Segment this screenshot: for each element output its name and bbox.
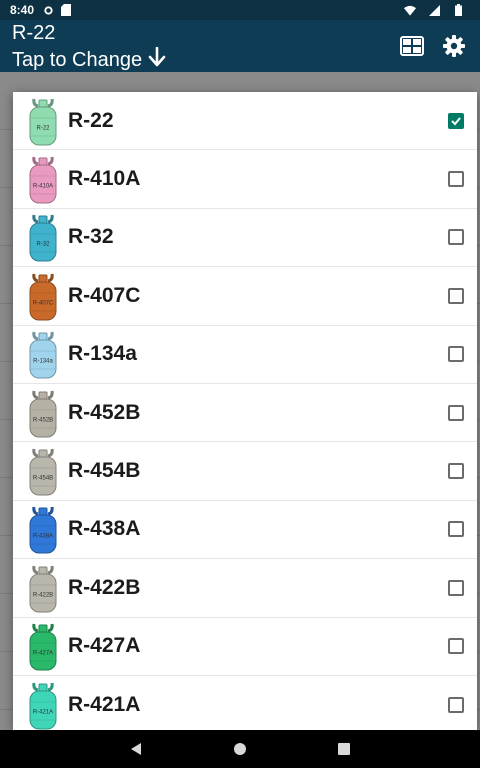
status-time: 8:40	[10, 3, 35, 17]
refrigerant-tank-icon: R-422B	[29, 565, 57, 613]
battery-icon	[452, 4, 464, 16]
refrigerant-option-label: R-422B	[68, 575, 141, 599]
refrigerant-tank-icon: R-421A	[29, 682, 57, 730]
refrigerant-option[interactable]: R-22 R-22	[13, 92, 477, 151]
wifi-icon	[404, 4, 416, 16]
gear-icon	[443, 35, 465, 57]
refrigerant-option[interactable]: R-452B R-452B	[13, 384, 477, 443]
refrigerant-option-label: R-32	[68, 225, 114, 249]
recents-button[interactable]	[335, 740, 353, 758]
back-triangle-icon	[131, 743, 141, 755]
refrigerant-tank-icon: R-427A	[29, 623, 57, 671]
refrigerant-selector-label: Tap to Change	[12, 48, 143, 71]
page-title: R-22	[12, 22, 56, 44]
tank-label: R-422B	[33, 592, 53, 598]
arrow-down-icon	[148, 46, 166, 73]
tank-label: R-452B	[33, 417, 53, 423]
settings-notification-icon	[42, 4, 54, 16]
refrigerant-checkbox[interactable]	[448, 521, 464, 538]
table-icon	[400, 36, 424, 56]
refrigerant-option-label: R-407C	[68, 283, 141, 307]
settings-button[interactable]	[440, 32, 468, 60]
refrigerant-tank-icon: R-452B	[29, 390, 57, 438]
sd-card-icon	[60, 4, 72, 16]
refrigerant-tank-icon: R-22	[29, 98, 57, 146]
refrigerant-option[interactable]: R-454B R-454B	[13, 442, 477, 501]
refrigerant-option[interactable]: R-134a R-134a	[13, 326, 477, 384]
refrigerant-tank-icon: R-454B	[29, 448, 57, 496]
tank-label: R-454B	[33, 476, 53, 482]
refrigerant-option-label: R-410A	[68, 167, 141, 191]
tank-label: R-421A	[33, 709, 53, 715]
refrigerant-option-label: R-22	[68, 108, 114, 132]
tank-label: R-438A	[33, 534, 53, 540]
refrigerant-option-label: R-454B	[68, 459, 141, 483]
refrigerant-checkbox[interactable]	[448, 346, 464, 363]
refrigerant-checkbox[interactable]	[448, 463, 464, 480]
home-button[interactable]	[231, 740, 249, 758]
tank-label: R-427A	[33, 651, 53, 657]
refrigerant-checkbox[interactable]	[448, 229, 464, 246]
refrigerant-tank-icon: R-438A	[29, 507, 57, 554]
checkmark-icon	[451, 117, 461, 126]
refrigerant-option-label: R-438A	[68, 517, 141, 541]
refrigerant-checkbox[interactable]	[448, 112, 464, 129]
refrigerant-tank-icon: R-134a	[29, 332, 57, 379]
refrigerant-option-label: R-421A	[68, 692, 141, 716]
refrigerant-checkbox[interactable]	[448, 638, 464, 655]
refrigerant-option[interactable]: R-407C R-407C	[13, 267, 477, 326]
refrigerant-checkbox[interactable]	[448, 287, 464, 304]
home-circle-icon	[234, 743, 246, 755]
refrigerant-checkbox[interactable]	[448, 171, 464, 188]
refrigerant-tank-icon: R-32	[29, 215, 57, 262]
refrigerant-option[interactable]: R-422B R-422B	[13, 559, 477, 618]
refrigerant-list: R-22 R-22 R-410A R-410A R-32 R-32 R-407C R-407C…	[13, 92, 477, 730]
refrigerant-tank-icon: R-407C	[29, 273, 57, 321]
navigation-bar	[0, 730, 480, 768]
refrigerant-selector[interactable]: Tap to Change	[12, 46, 166, 73]
refrigerant-checkbox[interactable]	[448, 696, 464, 713]
refrigerant-option[interactable]: R-427A R-427A	[13, 618, 477, 676]
refrigerant-checkbox[interactable]	[448, 579, 464, 596]
refrigerant-checkbox[interactable]	[448, 404, 464, 421]
refrigerant-option[interactable]: R-421A R-421A	[13, 676, 477, 730]
tank-label: R-32	[36, 242, 50, 248]
table-view-button[interactable]	[398, 32, 426, 60]
recents-square-icon	[338, 743, 350, 755]
refrigerant-option[interactable]: R-32 R-32	[13, 209, 477, 268]
refrigerant-option[interactable]: R-410A R-410A	[13, 150, 477, 209]
tank-label: R-134a	[33, 359, 53, 365]
status-bar: 8:40	[0, 0, 480, 20]
back-button[interactable]	[127, 740, 145, 758]
tank-label: R-407C	[33, 300, 54, 306]
refrigerant-tank-icon: R-410A	[29, 156, 57, 204]
tank-label: R-410A	[33, 184, 53, 190]
refrigerant-option-label: R-452B	[68, 400, 141, 424]
tank-label: R-22	[36, 125, 50, 131]
refrigerant-option-label: R-427A	[68, 634, 141, 658]
refrigerant-option-label: R-134a	[68, 342, 137, 366]
app-bar: R-22 Tap to Change	[0, 20, 480, 72]
signal-icon	[428, 4, 440, 16]
refrigerant-option[interactable]: R-438A R-438A	[13, 501, 477, 560]
refrigerant-picker-dialog: R-22 R-22 R-410A R-410A R-32 R-32 R-407C R-407C…	[13, 92, 477, 730]
